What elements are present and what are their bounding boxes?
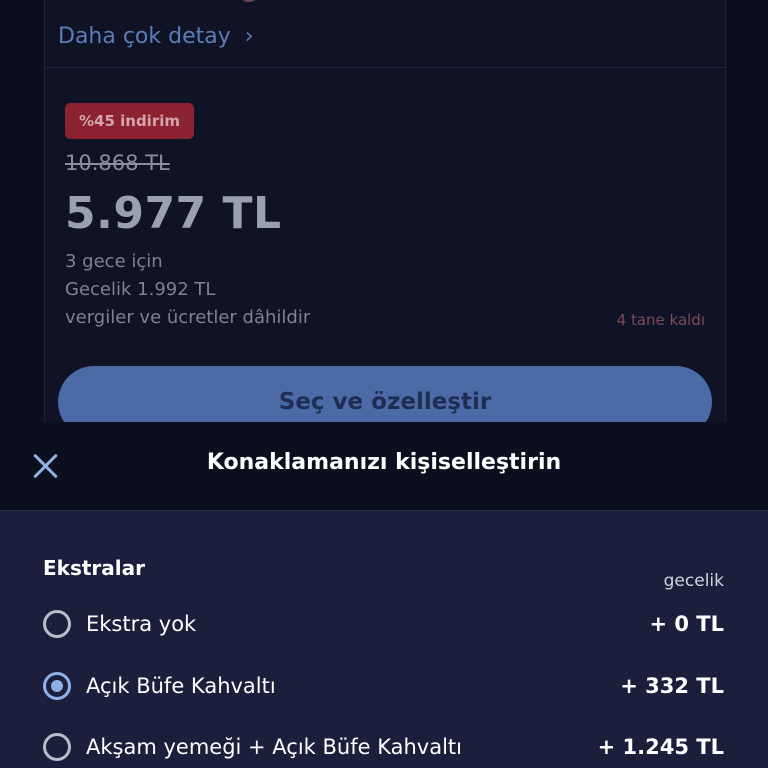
current-price: 5.977 TL bbox=[65, 188, 282, 239]
per-night-label: gecelik bbox=[663, 571, 724, 591]
extra-option-breakfast[interactable]: Açık Büfe Kahvaltı + 332 TL bbox=[43, 666, 724, 706]
stock-left: 4 tane kaldı bbox=[616, 311, 705, 329]
discount-badge: %45 indirim bbox=[65, 103, 194, 139]
extras-sheet: Ekstralar gecelik Ekstra yok + 0 TL Açık… bbox=[0, 511, 768, 768]
room-offer-background: Daha çok detay › %45 indirim 10.868 TL 5… bbox=[0, 0, 768, 438]
option-price: + 1.245 TL bbox=[597, 735, 724, 759]
partial-icon bbox=[238, 0, 260, 2]
radio-button[interactable] bbox=[43, 733, 71, 761]
nights-info: 3 gece için bbox=[65, 251, 163, 272]
radio-button[interactable] bbox=[43, 610, 71, 638]
card-divider bbox=[45, 67, 725, 68]
option-price: + 332 TL bbox=[620, 674, 724, 698]
radio-button-selected[interactable] bbox=[43, 672, 71, 700]
sheet-title: Konaklamanızı kişiselleştirin bbox=[206, 450, 562, 475]
taxes-note: vergiler ve ücretler dâhildir bbox=[65, 307, 311, 328]
extra-option-none[interactable]: Ekstra yok + 0 TL bbox=[43, 604, 724, 644]
option-price: + 0 TL bbox=[649, 612, 724, 636]
extras-section-title: Ekstralar bbox=[43, 556, 146, 580]
per-night-price: Gecelik 1.992 TL bbox=[65, 279, 216, 300]
option-label: Akşam yemeği + Açık Büfe Kahvaltı bbox=[86, 735, 463, 759]
extra-option-dinner-breakfast[interactable]: Akşam yemeği + Açık Büfe Kahvaltı + 1.24… bbox=[43, 727, 724, 767]
chevron-right-icon: › bbox=[244, 24, 254, 49]
room-offer-card: Daha çok detay › %45 indirim 10.868 TL 5… bbox=[44, 0, 726, 438]
option-label: Ekstra yok bbox=[86, 612, 197, 636]
old-price: 10.868 TL bbox=[65, 151, 170, 175]
option-label: Açık Büfe Kahvaltı bbox=[86, 674, 276, 698]
more-details-label: Daha çok detay bbox=[58, 24, 231, 49]
more-details-link[interactable]: Daha çok detay › bbox=[58, 24, 254, 49]
sheet-header: Konaklamanızı kişiselleştirin bbox=[0, 422, 768, 511]
